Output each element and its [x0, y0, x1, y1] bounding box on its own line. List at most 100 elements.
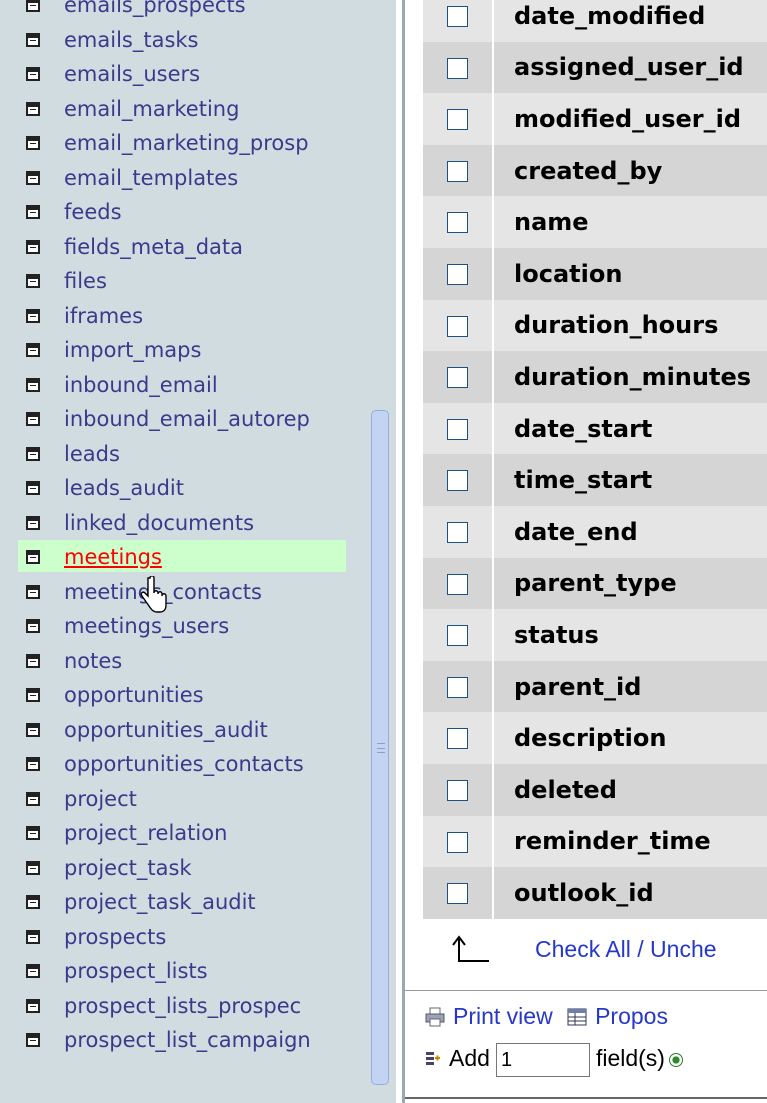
table-icon[interactable] — [26, 412, 40, 426]
table-icon[interactable] — [26, 550, 40, 564]
sidebar-item-label[interactable]: project_task — [64, 851, 192, 885]
sidebar-item-email-templates[interactable]: email_templates — [0, 161, 370, 196]
sidebar-item-meetings[interactable]: meetings — [0, 540, 370, 575]
row-checkbox[interactable] — [447, 883, 468, 905]
sidebar-item-label[interactable]: opportunities_contacts — [64, 747, 304, 781]
sidebar-item-import-maps[interactable]: import_maps — [0, 333, 370, 368]
row-checkbox[interactable] — [447, 263, 468, 285]
table-icon[interactable] — [26, 32, 40, 47]
sidebar-item-label[interactable]: project — [64, 782, 137, 816]
sidebar-item-leads-audit[interactable]: leads_audit — [0, 471, 370, 506]
row-checkbox[interactable] — [447, 470, 468, 492]
print-view-link[interactable]: Print view — [453, 1003, 553, 1029]
table-icon[interactable] — [26, 964, 40, 978]
frame-divider[interactable] — [390, 0, 405, 1103]
table-icon[interactable] — [26, 998, 40, 1013]
table-icon[interactable] — [26, 377, 40, 392]
table-icon[interactable] — [26, 584, 40, 599]
table-icon[interactable] — [26, 1033, 40, 1047]
row-checkbox[interactable] — [447, 625, 468, 647]
row-checkbox[interactable] — [447, 521, 468, 543]
sidebar-item-feeds[interactable]: feeds — [0, 195, 370, 230]
sidebar-item-label[interactable]: emails_tasks — [64, 23, 199, 57]
propose-structure-link[interactable]: Propos — [595, 1003, 668, 1029]
row-checkbox[interactable] — [447, 728, 468, 750]
sidebar-item-opportunities-contacts[interactable]: opportunities_contacts — [0, 747, 370, 782]
sidebar-item-iframes[interactable]: iframes — [0, 299, 370, 334]
sidebar-item-label[interactable]: prospect_list_campaign — [64, 1023, 311, 1057]
sidebar-item-emails-tasks[interactable]: emails_tasks — [0, 23, 370, 58]
row-checkbox[interactable] — [447, 779, 468, 801]
table-icon[interactable] — [26, 688, 40, 702]
sidebar-item-meetings-users[interactable]: meetings_users — [0, 609, 370, 644]
sidebar-item-label[interactable]: inbound_email — [64, 368, 218, 402]
row-checkbox[interactable] — [447, 315, 468, 337]
sidebar-item-emails-prospects[interactable]: emails_prospects — [0, 0, 370, 23]
sidebar-item-label[interactable]: files — [64, 264, 107, 298]
sidebar-item-label[interactable]: feeds — [64, 195, 122, 229]
row-checkbox[interactable] — [447, 573, 468, 595]
sidebar-item-emails-users[interactable]: emails_users — [0, 57, 370, 92]
row-checkbox[interactable] — [447, 367, 468, 389]
sidebar-item-label[interactable]: linked_documents — [64, 506, 254, 540]
sidebar-item-label[interactable]: notes — [64, 644, 122, 678]
sidebar-item-leads[interactable]: leads — [0, 437, 370, 472]
sidebar-item-label[interactable]: prospect_lists — [64, 954, 208, 988]
sidebar-item-prospects[interactable]: prospects — [0, 920, 370, 955]
table-icon[interactable] — [26, 895, 40, 909]
sidebar-item-opportunities-audit[interactable]: opportunities_audit — [0, 713, 370, 748]
sidebar-item-opportunities[interactable]: opportunities — [0, 678, 370, 713]
sidebar-item-label[interactable]: project_relation — [64, 816, 227, 850]
table-icon[interactable] — [26, 170, 40, 185]
table-icon[interactable] — [26, 515, 40, 530]
position-radio[interactable] — [668, 1053, 683, 1068]
sidebar-item-label[interactable]: prospect_lists_prospec — [64, 989, 301, 1023]
table-icon[interactable] — [26, 826, 40, 840]
table-icon[interactable] — [26, 653, 40, 668]
sidebar-item-label[interactable]: email_marketing — [64, 92, 239, 126]
sidebar-item-project-task-audit[interactable]: project_task_audit — [0, 885, 370, 920]
sidebar-item-label[interactable]: opportunities — [64, 678, 204, 712]
table-icon[interactable] — [26, 308, 40, 323]
sidebar-item-label[interactable]: iframes — [64, 299, 143, 333]
row-checkbox[interactable] — [447, 57, 468, 79]
row-checkbox[interactable] — [447, 109, 468, 131]
table-icon[interactable] — [26, 929, 40, 944]
sidebar-item-project-task[interactable]: project_task — [0, 851, 370, 886]
table-icon[interactable] — [26, 101, 40, 116]
table-icon[interactable] — [26, 343, 40, 357]
table-icon[interactable] — [26, 860, 40, 875]
sidebar-item-label[interactable]: emails_users — [64, 57, 200, 91]
sidebar-item-label[interactable]: meetings — [64, 540, 162, 574]
sidebar-item-prospect-lists-prospec[interactable]: prospect_lists_prospec — [0, 989, 370, 1024]
add-field-count-input[interactable]: 1 — [495, 1043, 590, 1077]
sidebar-item-label[interactable]: project_task_audit — [64, 885, 256, 919]
row-checkbox[interactable] — [447, 676, 468, 698]
sidebar-item-inbound-email-autorep[interactable]: inbound_email_autorep — [0, 402, 370, 437]
table-icon[interactable] — [26, 757, 40, 771]
table-icon[interactable] — [26, 274, 40, 288]
sidebar-item-meetings-contacts[interactable]: meetings_contacts — [0, 575, 370, 610]
sidebar-item-label[interactable]: inbound_email_autorep — [64, 402, 310, 436]
table-icon[interactable] — [26, 205, 40, 219]
sidebar-item-fields-meta-data[interactable]: fields_meta_data — [0, 230, 370, 265]
row-checkbox[interactable] — [447, 831, 468, 853]
table-icon[interactable] — [26, 481, 40, 495]
table-icon[interactable] — [26, 136, 40, 150]
sidebar-item-label[interactable]: email_templates — [64, 161, 238, 195]
table-icon[interactable] — [26, 791, 40, 806]
scrollbar-thumb[interactable] — [371, 410, 389, 1085]
sidebar-item-label[interactable]: opportunities_audit — [64, 713, 268, 747]
sidebar-item-label[interactable]: import_maps — [64, 333, 201, 367]
sidebar-item-prospect-lists[interactable]: prospect_lists — [0, 954, 370, 989]
sidebar-item-notes[interactable]: notes — [0, 644, 370, 679]
sidebar-item-project[interactable]: project — [0, 782, 370, 817]
sidebar-item-label[interactable]: email_marketing_prosp — [64, 126, 309, 160]
table-icon[interactable] — [26, 619, 40, 633]
table-icon[interactable] — [26, 67, 40, 81]
sidebar-item-project-relation[interactable]: project_relation — [0, 816, 370, 851]
sidebar-item-inbound-email[interactable]: inbound_email — [0, 368, 370, 403]
sidebar-item-email-marketing-prosp[interactable]: email_marketing_prosp — [0, 126, 370, 161]
row-checkbox[interactable] — [447, 160, 468, 182]
row-checkbox[interactable] — [447, 6, 468, 27]
